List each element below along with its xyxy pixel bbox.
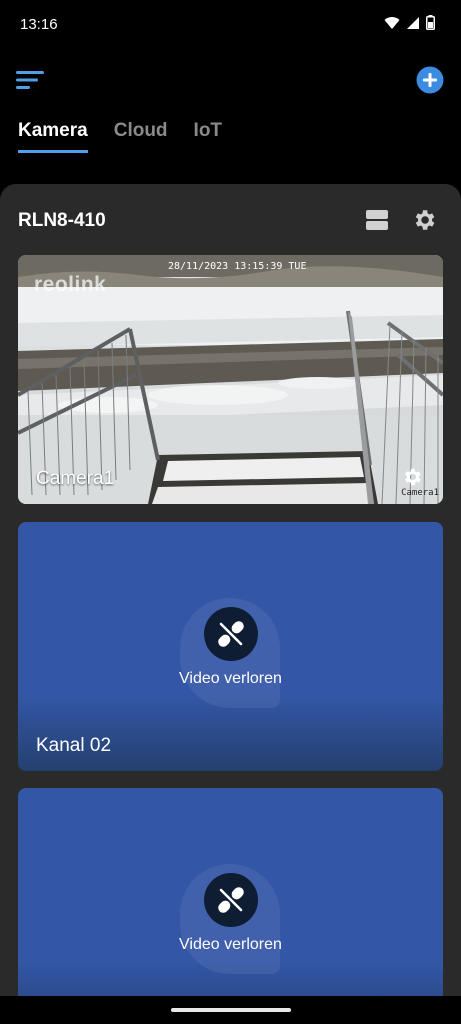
tab-iot[interactable]: IoT xyxy=(194,120,223,153)
device-settings-icon[interactable] xyxy=(411,207,437,233)
signal-icon xyxy=(407,16,419,29)
channel-label: Camera1 xyxy=(36,468,115,489)
menu-icon[interactable] xyxy=(16,68,46,92)
wifi-icon xyxy=(384,16,400,29)
battery-icon xyxy=(426,15,435,30)
channel-label: Kanal 02 xyxy=(36,735,112,756)
video-lost-text: Video verloren xyxy=(179,936,282,953)
camera-tile-camera1[interactable]: 28/11/2023 13:15:39 TUE reolink Camera1 … xyxy=(18,255,443,504)
camera-tile-channel-3[interactable]: Video verloren xyxy=(18,788,443,1024)
camera-tile-kanal-02[interactable]: Video verloren Kanal 02 xyxy=(18,522,443,771)
device-panel: RLN8-410 28/11/2023 13:15:39 TUE reolink… xyxy=(0,184,461,1024)
device-name: RLN8-410 xyxy=(18,210,106,231)
disconnected-link-icon xyxy=(204,607,258,661)
status-icons xyxy=(384,15,435,30)
app-screen: 13:16 Kamera Cloud IoT RLN8-410 28/11/20… xyxy=(0,0,461,1024)
camera-settings-icon[interactable] xyxy=(401,466,423,488)
osd-camera-name: Camera1 xyxy=(401,488,439,498)
tab-kamera[interactable]: Kamera xyxy=(18,120,88,153)
osd-logo: reolink xyxy=(34,273,107,296)
tab-bar: Kamera Cloud IoT xyxy=(18,120,222,153)
video-lost-text: Video verloren xyxy=(179,670,282,687)
system-nav-bar xyxy=(0,996,461,1024)
add-device-icon[interactable] xyxy=(416,66,444,94)
osd-timestamp: 28/11/2023 13:15:39 TUE xyxy=(168,261,307,272)
status-bar: 13:16 xyxy=(0,0,461,50)
disconnected-link-icon xyxy=(204,873,258,927)
tab-cloud[interactable]: Cloud xyxy=(114,120,168,153)
home-gesture-handle[interactable] xyxy=(171,1008,291,1012)
status-time: 13:16 xyxy=(20,16,58,33)
layout-toggle-icon[interactable] xyxy=(365,208,389,232)
